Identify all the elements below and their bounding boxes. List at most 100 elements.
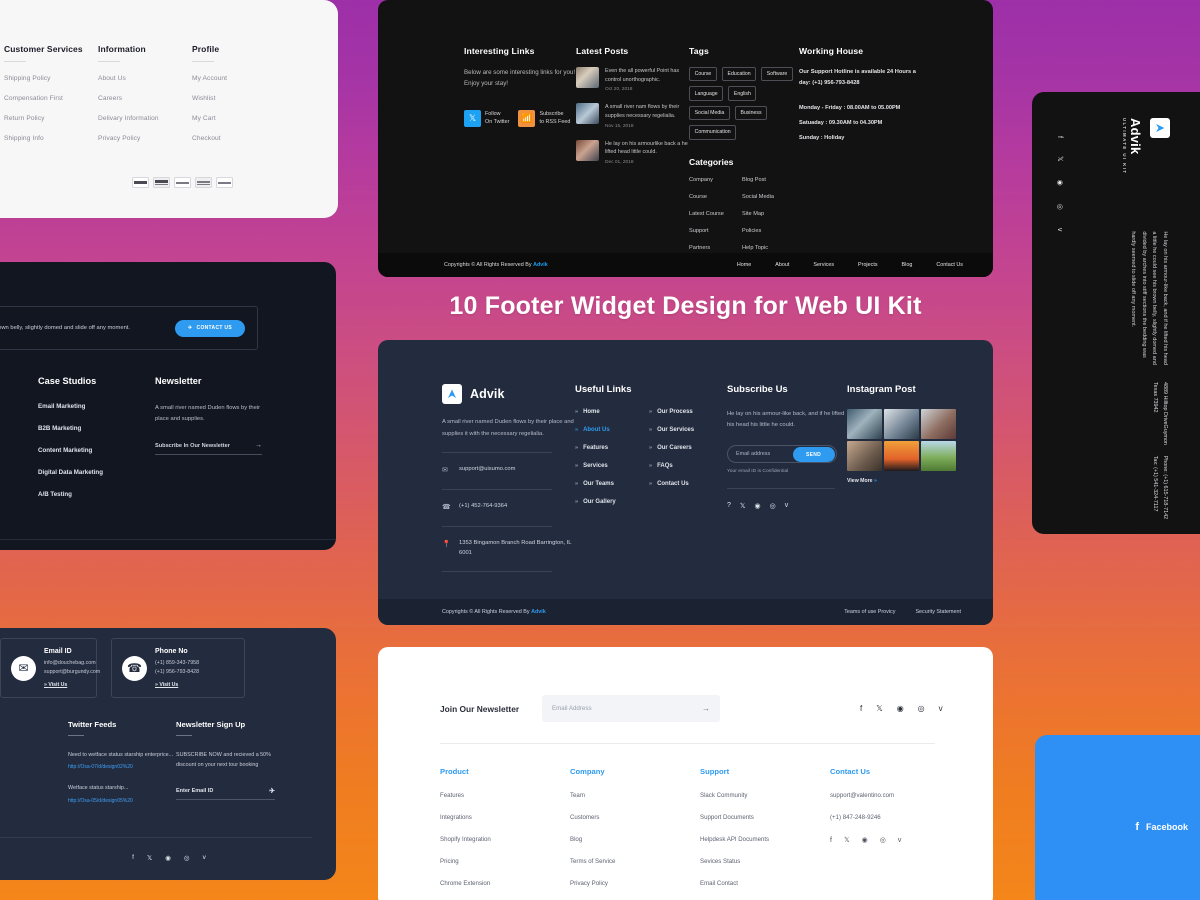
- useful-link-our-careers[interactable]: » Our Careers: [649, 445, 723, 451]
- facebook-icon[interactable]: ?: [727, 502, 731, 509]
- footer-link[interactable]: Blog: [570, 836, 700, 843]
- send-icon[interactable]: ✈: [269, 787, 275, 795]
- footer-link[interactable]: Sevices Status: [700, 858, 830, 865]
- footer-link[interactable]: Integrations: [440, 814, 570, 821]
- instagram-icon[interactable]: ◉: [755, 502, 761, 510]
- brand-link[interactable]: Advik: [533, 262, 548, 268]
- instagram-thumb[interactable]: [847, 409, 882, 439]
- tag-chip[interactable]: Course: [689, 67, 717, 82]
- footer-link[interactable]: Customers: [570, 814, 700, 821]
- category-item[interactable]: Blog Post: [742, 177, 795, 183]
- useful-link-features[interactable]: » Features: [575, 445, 649, 451]
- shop-link[interactable]: My Cart: [192, 115, 286, 122]
- category-item[interactable]: Social Media: [742, 194, 795, 200]
- category-item[interactable]: Partners: [689, 245, 742, 251]
- dribbble-icon[interactable]: ◎: [770, 502, 776, 510]
- shop-link[interactable]: Wishlist: [192, 95, 286, 102]
- nav-link-blog[interactable]: Blog: [902, 262, 913, 268]
- facebook-card[interactable]: f Facebook: [1035, 735, 1200, 900]
- shop-link[interactable]: Checkout: [192, 135, 286, 142]
- visit-us-link[interactable]: » Visit Us: [155, 682, 199, 688]
- dribbble-icon[interactable]: ◎: [918, 704, 925, 713]
- footer-link[interactable]: Pricing: [440, 858, 570, 865]
- instagram-thumb[interactable]: [921, 441, 956, 471]
- arrow-right-icon[interactable]: →: [702, 704, 710, 713]
- footer-link[interactable]: Privacy Policy: [570, 880, 700, 887]
- footer-link[interactable]: Slack Community: [700, 792, 830, 799]
- vimeo-icon[interactable]: v: [1057, 228, 1064, 232]
- tweet-url[interactable]: http://Osa-07/d/design02%20: [68, 764, 176, 770]
- category-item[interactable]: Latest Course: [689, 211, 742, 217]
- contact-phone[interactable]: (+1) 847-248-9246: [830, 814, 960, 821]
- tag-chip[interactable]: Business: [734, 105, 768, 121]
- useful-link-our-gallery[interactable]: » Our Gallery: [575, 499, 649, 505]
- useful-link-our-teams[interactable]: » Our Teams: [575, 481, 649, 487]
- shop-link[interactable]: Compensation First: [4, 95, 98, 102]
- contact-us-button[interactable]: ✈ CONTACT US: [175, 319, 245, 337]
- twitter-icon[interactable]: 𝕏: [147, 854, 152, 862]
- footer-link[interactable]: Terms of Service: [570, 858, 700, 865]
- facebook-icon[interactable]: f: [132, 854, 134, 862]
- footer-link[interactable]: Support Documents: [700, 814, 830, 821]
- instagram-icon[interactable]: ◉: [897, 704, 904, 713]
- brand-link[interactable]: Advik: [531, 609, 546, 615]
- vimeo-icon[interactable]: v: [939, 704, 943, 713]
- useful-link-faqs[interactable]: » FAQs: [649, 463, 723, 469]
- newsletter-input[interactable]: Subscribe In Our Newsletter →: [155, 442, 262, 455]
- vimeo-icon[interactable]: v: [898, 837, 902, 844]
- view-more-link[interactable]: View More »: [847, 478, 967, 484]
- visit-us-link[interactable]: » Visit Us: [44, 682, 100, 688]
- arrow-right-icon[interactable]: →: [255, 442, 262, 449]
- category-item[interactable]: Course: [689, 194, 742, 200]
- facebook-icon[interactable]: f: [860, 704, 862, 713]
- instagram-thumb[interactable]: [884, 409, 919, 439]
- shop-link[interactable]: Privacy Policy: [98, 135, 192, 142]
- shop-link[interactable]: Careers: [98, 95, 192, 102]
- twitter-icon[interactable]: 𝕏: [844, 836, 850, 844]
- shop-link[interactable]: My Account: [192, 75, 286, 82]
- tag-chip[interactable]: Software: [761, 67, 793, 82]
- subscribe-rss-box[interactable]: 📶 Subscribe to RSS Feed: [518, 109, 570, 127]
- shop-link[interactable]: Shipping Info: [4, 135, 98, 142]
- twitter-icon[interactable]: 𝕏: [740, 502, 746, 510]
- footer-link[interactable]: Email Contact: [700, 880, 830, 887]
- post-item[interactable]: Even the all powerful Point has control …: [576, 67, 689, 92]
- facebook-label-row[interactable]: f Facebook: [1135, 821, 1188, 833]
- useful-link-about-us[interactable]: » About Us: [575, 427, 649, 433]
- facebook-icon[interactable]: f: [1057, 136, 1064, 138]
- dribbble-icon[interactable]: ◎: [880, 836, 886, 844]
- case-link[interactable]: Email Marketing: [38, 403, 155, 410]
- instagram-thumb[interactable]: [847, 441, 882, 471]
- tag-chip[interactable]: Language: [689, 86, 724, 101]
- tag-chip[interactable]: Education: [721, 67, 757, 82]
- shop-link[interactable]: Delivary Information: [98, 115, 192, 122]
- shop-link[interactable]: Shipping Policy: [4, 75, 98, 82]
- terms-link[interactable]: Teams of use Provicy: [844, 609, 895, 615]
- footer-link[interactable]: Team: [570, 792, 700, 799]
- nav-link-about[interactable]: About: [775, 262, 789, 268]
- instagram-thumb[interactable]: [884, 441, 919, 471]
- useful-link-contact-us[interactable]: » Contact Us: [649, 481, 723, 487]
- category-item[interactable]: Policies: [742, 228, 795, 234]
- twitter-icon[interactable]: 𝕏: [876, 704, 882, 713]
- case-link[interactable]: Digital Data Marketing: [38, 469, 155, 476]
- nav-link-home[interactable]: Home: [737, 262, 751, 268]
- follow-on-twitter-box[interactable]: 𝕏 Follow On Twitter: [464, 109, 509, 127]
- contact-address-row[interactable]: 📍 1353 Bingamon Branch Road Barrington, …: [442, 539, 575, 559]
- category-item[interactable]: Help Topic: [742, 245, 795, 251]
- brand-row[interactable]: Advik: [442, 384, 575, 404]
- tag-chip[interactable]: Communication: [689, 125, 737, 140]
- footer-link[interactable]: Shopify Integration: [440, 836, 570, 843]
- useful-link-services[interactable]: » Services: [575, 463, 649, 469]
- nav-link-services[interactable]: Services: [813, 262, 834, 268]
- case-link[interactable]: Content Marketing: [38, 447, 155, 454]
- facebook-icon[interactable]: f: [830, 837, 832, 844]
- instagram-icon[interactable]: ◉: [165, 854, 171, 862]
- category-item[interactable]: Company: [689, 177, 742, 183]
- send-button[interactable]: SEND: [792, 447, 835, 463]
- shop-link[interactable]: About Us: [98, 75, 192, 82]
- contact-email[interactable]: support@valentino.com: [830, 792, 960, 799]
- contact-phone-row[interactable]: ☎ (+1) 452-764-9364: [442, 502, 575, 514]
- category-item[interactable]: Site Map: [742, 211, 795, 217]
- contact-email-row[interactable]: ✉ support@uisumo.com: [442, 465, 575, 477]
